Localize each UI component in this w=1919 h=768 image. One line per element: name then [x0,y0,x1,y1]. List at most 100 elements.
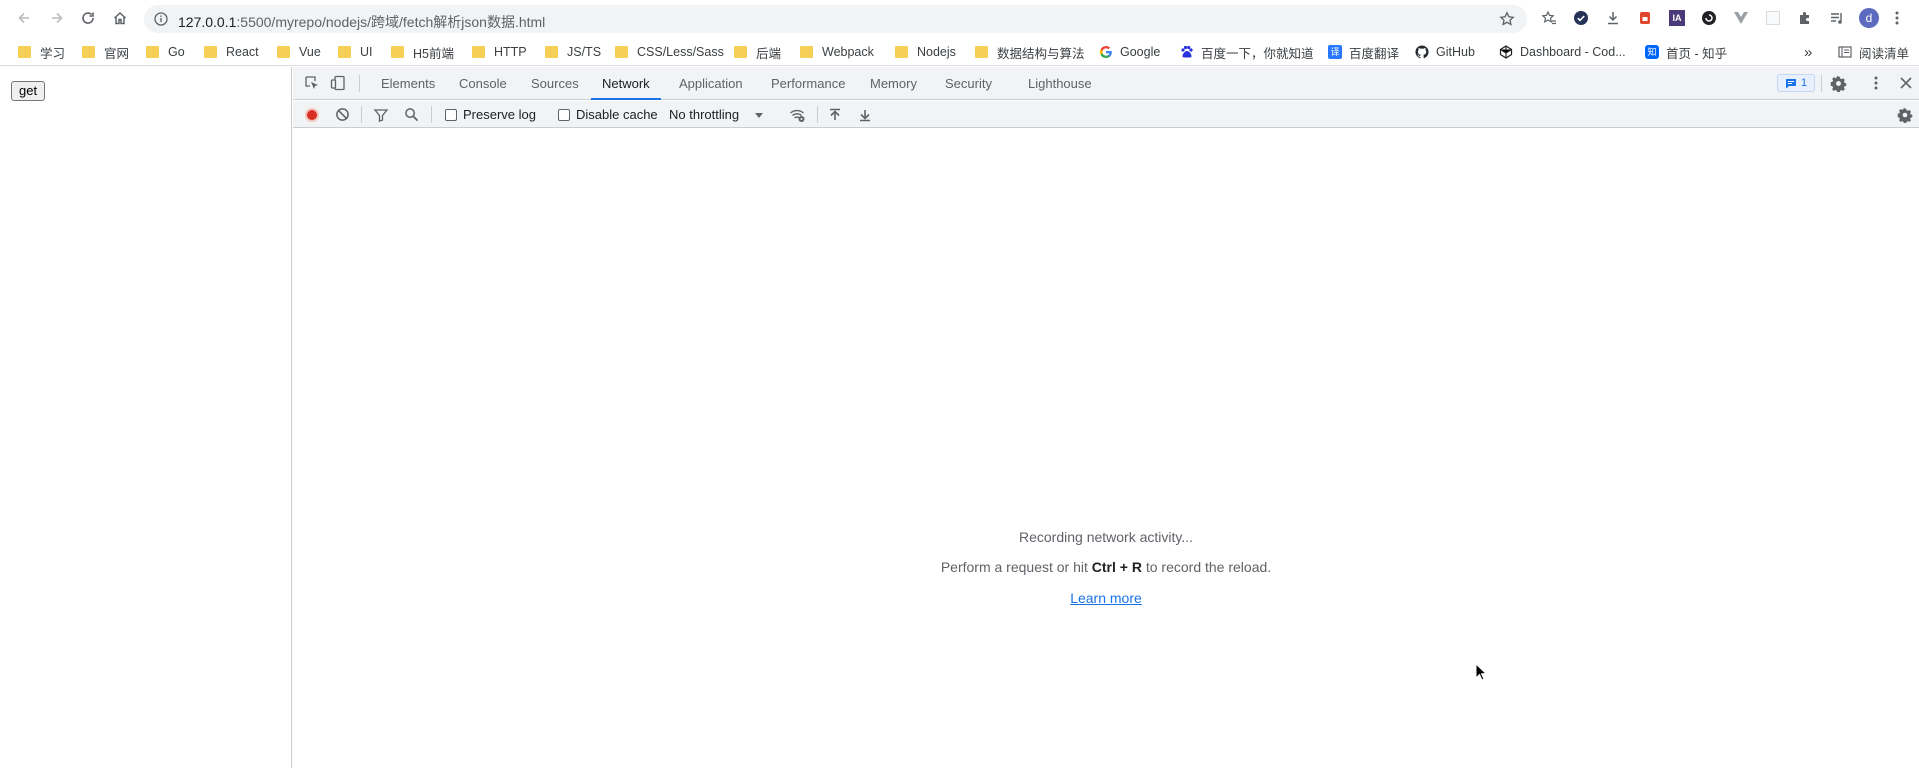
favorites-icon[interactable] [1539,8,1559,28]
reload-icon [82,12,94,24]
close-devtools-icon[interactable] [1899,76,1913,90]
tab-network[interactable]: Network [591,67,661,100]
address-bar[interactable]: 127.0.0.1:5500/myrepo/nodejs/跨域/fetch解析j… [144,5,1527,33]
bookmark-item[interactable]: UI [338,42,373,62]
devtools-menu-icon[interactable] [1874,75,1878,91]
bookmark-label: 百度一下，你就知道 [1201,46,1314,61]
bookmark-item[interactable]: GitHub [1415,42,1475,62]
bookmark-item[interactable]: Google [1099,42,1160,62]
tab-elements[interactable]: Elements [381,67,435,100]
media-controls-icon[interactable] [1827,8,1847,28]
checkbox-box [558,108,570,121]
folder-icon [975,46,988,58]
bookmark-item[interactable]: 知首页 - 知乎 [1645,42,1727,62]
bookmark-item[interactable]: 数据结构与算法 [975,42,1085,62]
inspect-element-icon[interactable] [304,75,320,91]
bookmark-item[interactable]: 官网 [82,42,129,62]
bookmark-star-icon[interactable] [1499,11,1515,27]
bookmark-item[interactable]: Vue [277,42,321,62]
bookmark-item[interactable]: 后端 [734,42,781,62]
site-info-icon[interactable] [154,12,168,26]
bookmark-label: GitHub [1436,45,1475,59]
bookmark-item[interactable]: CSS/Less/Sass [615,42,724,62]
tab-performance[interactable]: Performance [771,67,845,100]
search-button[interactable] [404,101,419,128]
tab-lighthouse[interactable]: Lighthouse [1028,67,1092,100]
reload-hint-suffix: to record the reload. [1141,559,1272,575]
settings-gear-icon[interactable] [1830,75,1847,92]
bookmark-item[interactable]: H5前端 [391,42,454,62]
reading-list-button[interactable]: 阅读清单 [1838,42,1909,62]
filter-icon [373,108,389,122]
home-button[interactable] [108,6,132,30]
extension-check-icon[interactable] [1571,8,1591,28]
tab-memory[interactable]: Memory [870,67,917,100]
export-har-button[interactable] [858,101,872,128]
extension-circle-icon[interactable] [1699,8,1719,28]
folder-icon [82,46,95,58]
tab-application[interactable]: Application [679,67,743,100]
back-button[interactable] [12,6,36,30]
bookmark-item[interactable]: Go [146,42,185,62]
bookmark-label: H5前端 [413,46,454,61]
url-path: :5500/myrepo/nodejs/跨域/fetch解析json数据.htm… [236,14,546,30]
forward-button[interactable] [45,6,69,30]
extension-lock-icon[interactable] [1635,8,1655,28]
network-settings-button[interactable] [1897,101,1913,128]
preserve-log-label: Preserve log [463,107,536,122]
extension-blank-icon[interactable] [1763,8,1783,28]
device-toolbar-icon[interactable] [330,75,346,91]
bookmark-item[interactable]: 学习 [18,42,65,62]
bookmark-label: 后端 [756,46,782,61]
vue-devtools-icon[interactable] [1731,8,1751,28]
filter-button[interactable] [373,101,389,128]
issues-badge[interactable]: 1 [1777,74,1815,92]
tab-divider [359,75,360,92]
folder-icon [545,46,558,58]
home-icon [113,11,127,25]
bookmark-item[interactable]: HTTP [472,42,527,62]
settings-gear-icon [1897,107,1913,123]
throttling-select[interactable]: No throttling [669,101,764,128]
google-icon [1099,45,1113,59]
bookmark-item[interactable]: React [204,42,259,62]
issues-count: 1 [1800,77,1808,89]
preserve-log-checkbox[interactable]: Preserve log [445,101,536,128]
bookmark-label: HTTP [494,45,527,59]
tab-security[interactable]: Security [945,67,992,100]
bookmark-item[interactable]: Nodejs [895,42,956,62]
network-conditions-button[interactable] [789,101,806,128]
bookmarks-bar: 学习 官网 Go React Vue UI H5前端 HTTP JS/TS CSS/Less/Sa… [0,37,1919,66]
bookmark-item[interactable]: 百度一下，你就知道 [1180,42,1314,62]
record-button[interactable] [304,101,320,128]
reading-list-icon [1838,45,1852,59]
bookmark-label: 首页 - 知乎 [1666,46,1728,61]
record-icon [305,107,319,122]
get-button[interactable]: get [11,81,46,101]
profile-avatar[interactable]: d [1859,8,1879,28]
bookmark-item[interactable]: JS/TS [545,42,601,62]
extensions-puzzle-icon[interactable] [1795,8,1815,28]
tab-console[interactable]: Console [459,67,507,100]
reading-list-label: 阅读清单 [1859,46,1910,61]
disable-cache-checkbox[interactable]: Disable cache [558,101,658,128]
shortcut-keys: Ctrl + R [1091,559,1142,575]
clear-button[interactable] [335,101,350,128]
bookmarks-overflow-button[interactable]: » [1804,42,1812,62]
recording-message: Recording network activity... [1018,529,1194,545]
download-icon[interactable] [1603,8,1623,28]
learn-more-link[interactable]: Learn more [1070,590,1142,606]
chrome-menu-icon[interactable] [1887,8,1907,28]
bookmark-item[interactable]: Dashboard - Cod... [1499,42,1626,62]
reload-button[interactable] [76,6,100,30]
bookmark-item[interactable]: Webpack [800,42,874,62]
bookmark-label: Webpack [822,45,874,59]
extension-ia-icon[interactable]: IA [1667,8,1687,28]
import-har-button[interactable] [828,101,842,128]
folder-icon [146,46,159,58]
checkbox-box [445,108,457,121]
tab-sources[interactable]: Sources [531,67,579,100]
bookmark-item[interactable]: 译百度翻译 [1328,42,1399,62]
baidu-icon [1180,45,1194,59]
bookmark-label: UI [360,45,373,59]
